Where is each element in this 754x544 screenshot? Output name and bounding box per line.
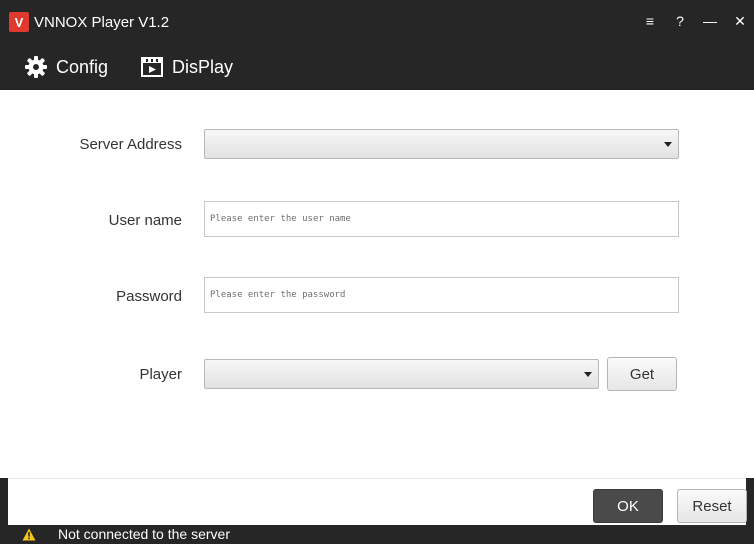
server-address-label: Server Address xyxy=(79,136,182,153)
tab-display-label: DisPlay xyxy=(172,56,234,77)
help-icon[interactable]: ? xyxy=(672,13,688,29)
tab-config-label: Config xyxy=(56,56,109,77)
user-name-input[interactable] xyxy=(204,201,679,237)
window-title: VNNOX Player V1.2 xyxy=(34,14,170,31)
player-select[interactable] xyxy=(204,359,599,389)
get-button[interactable]: Get xyxy=(607,357,677,391)
ok-button[interactable]: OK xyxy=(593,489,663,523)
player-label: Player xyxy=(139,366,182,383)
chevron-down-icon xyxy=(664,142,672,147)
warning-icon xyxy=(22,528,36,544)
title-bar: V VNNOX Player V1.2 ≡ ? — ✕ xyxy=(0,0,754,44)
display-icon xyxy=(140,56,164,78)
server-address-select[interactable] xyxy=(204,129,679,159)
config-form: Server Address User name Password Player… xyxy=(0,90,754,478)
chevron-down-icon xyxy=(584,372,592,377)
status-text: Not connected to the server xyxy=(58,526,230,542)
menu-icon[interactable]: ≡ xyxy=(642,13,658,29)
window-controls: ≡ ? — ✕ xyxy=(642,13,748,30)
app-logo: V xyxy=(9,12,29,32)
status-bar: Not connected to the server xyxy=(0,525,754,544)
minimize-icon[interactable]: — xyxy=(702,13,718,29)
reset-button[interactable]: Reset xyxy=(677,489,747,523)
gear-icon xyxy=(24,55,48,79)
tab-config[interactable]: Config xyxy=(24,44,108,90)
password-input[interactable] xyxy=(204,277,679,313)
footer-divider xyxy=(8,478,746,479)
tab-display[interactable]: DisPlay xyxy=(140,44,233,90)
user-name-label: User name xyxy=(108,212,182,229)
password-label: Password xyxy=(116,288,182,305)
close-icon[interactable]: ✕ xyxy=(732,13,748,29)
tab-bar: Config DisPlay xyxy=(0,44,754,134)
